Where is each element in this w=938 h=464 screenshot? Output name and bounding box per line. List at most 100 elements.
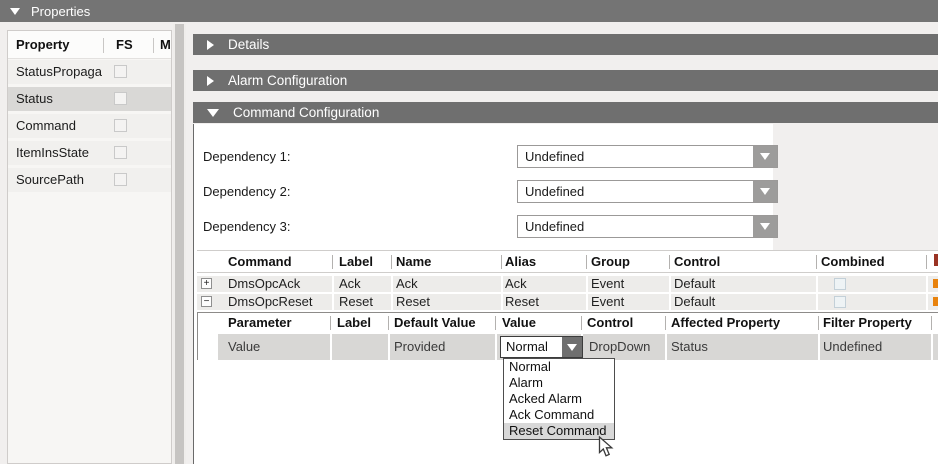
column-divider[interactable] — [391, 255, 392, 269]
cell-control: Default — [674, 276, 715, 292]
col-command[interactable]: Command — [228, 252, 292, 272]
col-default-value[interactable]: Default Value — [394, 313, 476, 333]
fs-checkbox[interactable] — [114, 119, 127, 132]
option-ack-command[interactable]: Ack Command — [504, 407, 614, 423]
scrollbar-thumb[interactable] — [175, 24, 184, 464]
collapse-panel-icon — [10, 8, 20, 15]
col-label[interactable]: Label — [337, 313, 371, 333]
col-control[interactable]: Control — [587, 313, 633, 333]
combined-checkbox[interactable] — [834, 278, 846, 290]
option-alarm[interactable]: Alarm — [504, 375, 614, 391]
column-divider[interactable] — [153, 38, 154, 53]
column-divider[interactable] — [926, 255, 927, 269]
combobox-value: Undefined — [525, 181, 584, 202]
col-label[interactable]: Label — [339, 252, 373, 272]
col-filter-property[interactable]: Filter Property — [823, 313, 912, 333]
property-row-statuspropagation[interactable]: StatusPropaga — [8, 60, 171, 84]
cell-label: Ack — [339, 276, 361, 292]
cell-group: Event — [591, 294, 624, 310]
section-header-alarm-configuration[interactable]: Alarm Configuration — [193, 70, 938, 91]
clipped-column-icon — [933, 279, 938, 288]
cell-label: Reset — [339, 294, 373, 310]
col-alias[interactable]: Alias — [505, 252, 536, 272]
column-divider[interactable] — [586, 255, 587, 269]
property-list-header: Property FS M — [8, 31, 171, 59]
dependency-3-combobox[interactable]: Undefined — [517, 215, 778, 238]
column-header-fs[interactable]: FS — [116, 31, 133, 59]
fs-checkbox[interactable] — [114, 92, 127, 105]
combobox-value: Undefined — [525, 216, 584, 237]
combobox-value: Undefined — [525, 146, 584, 167]
cell-name: Reset — [396, 294, 430, 310]
cell-affected-property: Status — [671, 334, 708, 360]
panel-title: Properties — [31, 4, 90, 19]
column-header-property[interactable]: Property — [16, 31, 69, 59]
col-value[interactable]: Value — [502, 313, 536, 333]
column-divider[interactable] — [388, 316, 389, 330]
column-divider[interactable] — [665, 316, 666, 330]
cell-parameter: Value — [228, 334, 260, 360]
col-combined[interactable]: Combined — [821, 252, 885, 272]
value-dropdown-list: Normal Alarm Acked Alarm Ack Command Res… — [503, 358, 615, 440]
expand-row-icon[interactable]: + — [201, 278, 212, 289]
background-fill — [773, 124, 938, 250]
combined-checkbox[interactable] — [834, 296, 846, 308]
combobox-value: Normal — [506, 337, 548, 357]
option-normal[interactable]: Normal — [504, 359, 614, 375]
dependency-2-combobox[interactable]: Undefined — [517, 180, 778, 203]
dependency-3-label: Dependency 3: — [203, 215, 290, 238]
dropdown-button[interactable] — [753, 181, 777, 202]
column-header-m[interactable]: M — [160, 31, 171, 59]
column-divider[interactable] — [669, 255, 670, 269]
property-row-status[interactable]: Status — [8, 87, 171, 111]
dependency-1-label: Dependency 1: — [203, 145, 290, 168]
cell-alias: Ack — [505, 276, 527, 292]
chevron-down-icon — [567, 344, 577, 351]
command-row-dmsopcreset[interactable]: − DmsOpcReset Reset Reset Reset Event De… — [197, 294, 938, 310]
column-divider[interactable] — [816, 255, 817, 269]
header-bottom-border — [197, 272, 938, 273]
column-divider[interactable] — [495, 316, 496, 330]
cell-control: DropDown — [589, 334, 650, 360]
chevron-down-icon — [760, 188, 770, 195]
col-group[interactable]: Group — [591, 252, 630, 272]
column-divider[interactable] — [581, 316, 582, 330]
mouse-cursor-icon — [598, 436, 615, 464]
option-acked-alarm[interactable]: Acked Alarm — [504, 391, 614, 407]
property-row-sourcepath[interactable]: SourcePath — [8, 168, 171, 192]
command-row-dmsopcack[interactable]: + DmsOpcAck Ack Ack Ack Event Default — [197, 276, 938, 292]
collapse-row-icon[interactable]: − — [201, 296, 212, 307]
column-divider[interactable] — [818, 316, 819, 330]
property-list: Property FS M StatusPropaga Status Comma… — [7, 30, 172, 464]
dependency-1-combobox[interactable]: Undefined — [517, 145, 778, 168]
col-parameter[interactable]: Parameter — [228, 313, 292, 333]
vertical-scrollbar[interactable] — [173, 24, 186, 464]
parameter-row-value[interactable]: Value Provided Normal DropDown Status Un… — [218, 334, 938, 360]
fs-checkbox[interactable] — [114, 65, 127, 78]
col-name[interactable]: Name — [396, 252, 431, 272]
property-row-command[interactable]: Command — [8, 114, 171, 138]
cell-command: DmsOpcAck — [228, 276, 300, 292]
section-header-command-configuration[interactable]: Command Configuration — [193, 102, 938, 123]
dropdown-button[interactable] — [753, 146, 777, 167]
fs-checkbox[interactable] — [114, 146, 127, 159]
dropdown-button[interactable] — [753, 216, 777, 237]
column-divider[interactable] — [931, 316, 932, 330]
dropdown-button[interactable] — [562, 337, 582, 357]
value-combobox[interactable]: Normal — [500, 336, 583, 358]
section-label: Details — [228, 37, 269, 52]
fs-checkbox[interactable] — [114, 173, 127, 186]
col-affected-property[interactable]: Affected Property — [671, 313, 780, 333]
cell-alias: Reset — [505, 294, 539, 310]
column-divider[interactable] — [330, 316, 331, 330]
section-label: Command Configuration — [233, 105, 379, 120]
section-label: Alarm Configuration — [228, 73, 347, 88]
section-header-details[interactable]: Details — [193, 34, 938, 55]
cell-command: DmsOpcReset — [228, 294, 313, 310]
column-divider[interactable] — [501, 255, 502, 269]
col-control[interactable]: Control — [674, 252, 720, 272]
properties-header[interactable]: Properties — [0, 0, 938, 22]
column-divider[interactable] — [103, 38, 104, 53]
column-divider[interactable] — [332, 255, 333, 269]
property-row-iteminsstate[interactable]: ItemInsState — [8, 141, 171, 165]
